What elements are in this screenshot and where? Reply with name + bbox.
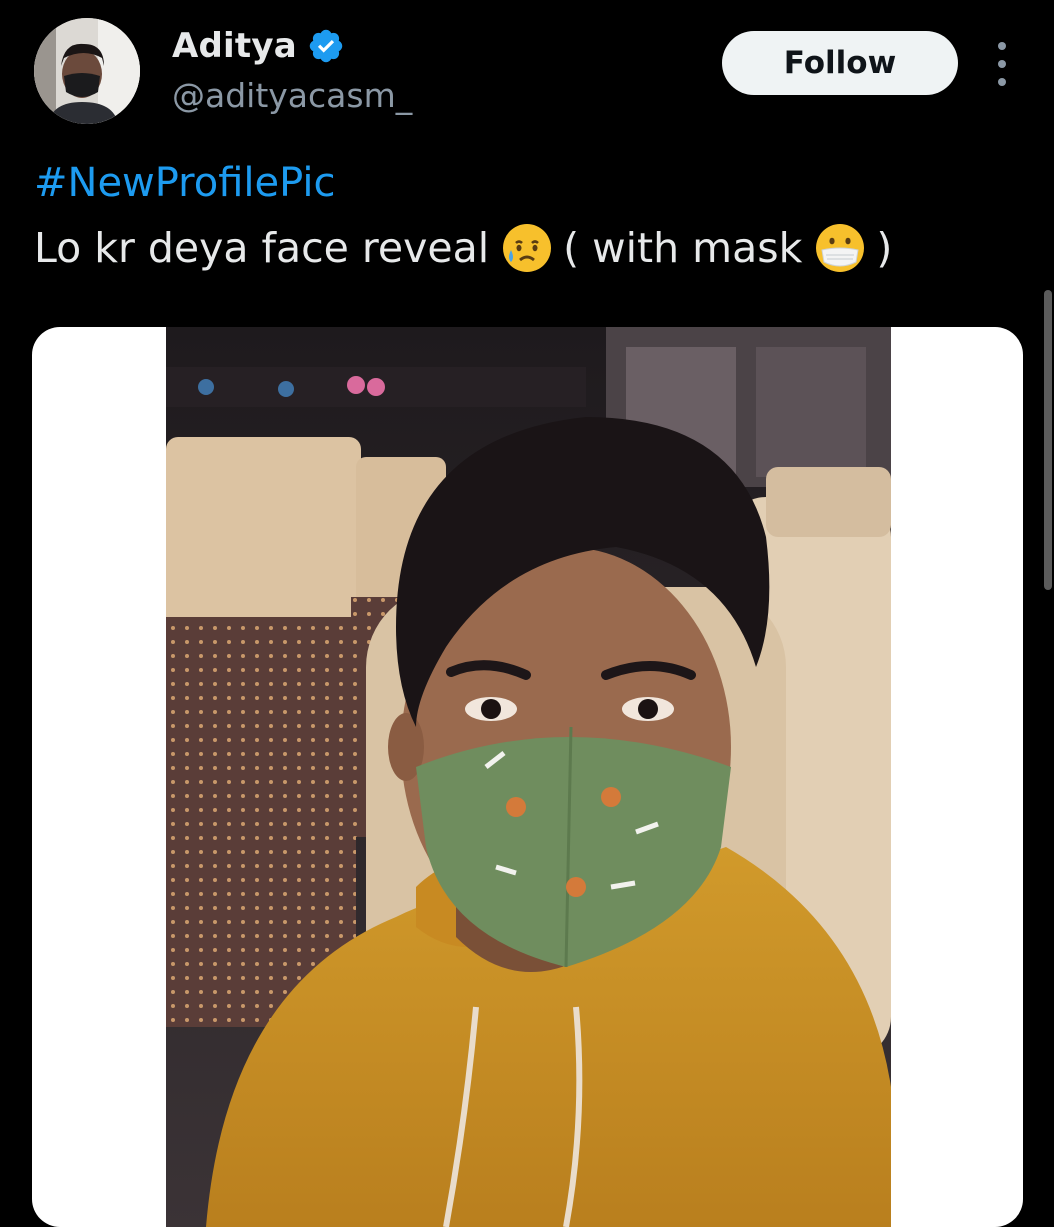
- tweet-text-part-1: Lo kr deya face reveal: [34, 224, 490, 272]
- author-display-name[interactable]: Aditya: [172, 26, 297, 66]
- sad-but-relieved-face-icon: [501, 222, 553, 274]
- media-card[interactable]: [32, 327, 1023, 1227]
- author-avatar[interactable]: [34, 18, 140, 124]
- follow-button[interactable]: Follow: [722, 31, 958, 95]
- tweet-text: Lo kr deya face reveal ( with mask ): [34, 222, 892, 274]
- verified-badge-icon: [307, 27, 345, 65]
- scrollbar[interactable]: [1044, 290, 1052, 590]
- tweet-text-part-2: ( with mask: [563, 224, 803, 272]
- author-handle[interactable]: @adityacasm_: [172, 76, 412, 115]
- tweet-photo[interactable]: [166, 327, 891, 1227]
- face-with-medical-mask-icon: [814, 222, 866, 274]
- tweet-text-part-3: ): [876, 224, 893, 272]
- author-name-row: Aditya: [172, 22, 345, 70]
- more-vertical-icon[interactable]: [990, 42, 1014, 86]
- hashtag-link[interactable]: #NewProfilePic: [34, 160, 335, 206]
